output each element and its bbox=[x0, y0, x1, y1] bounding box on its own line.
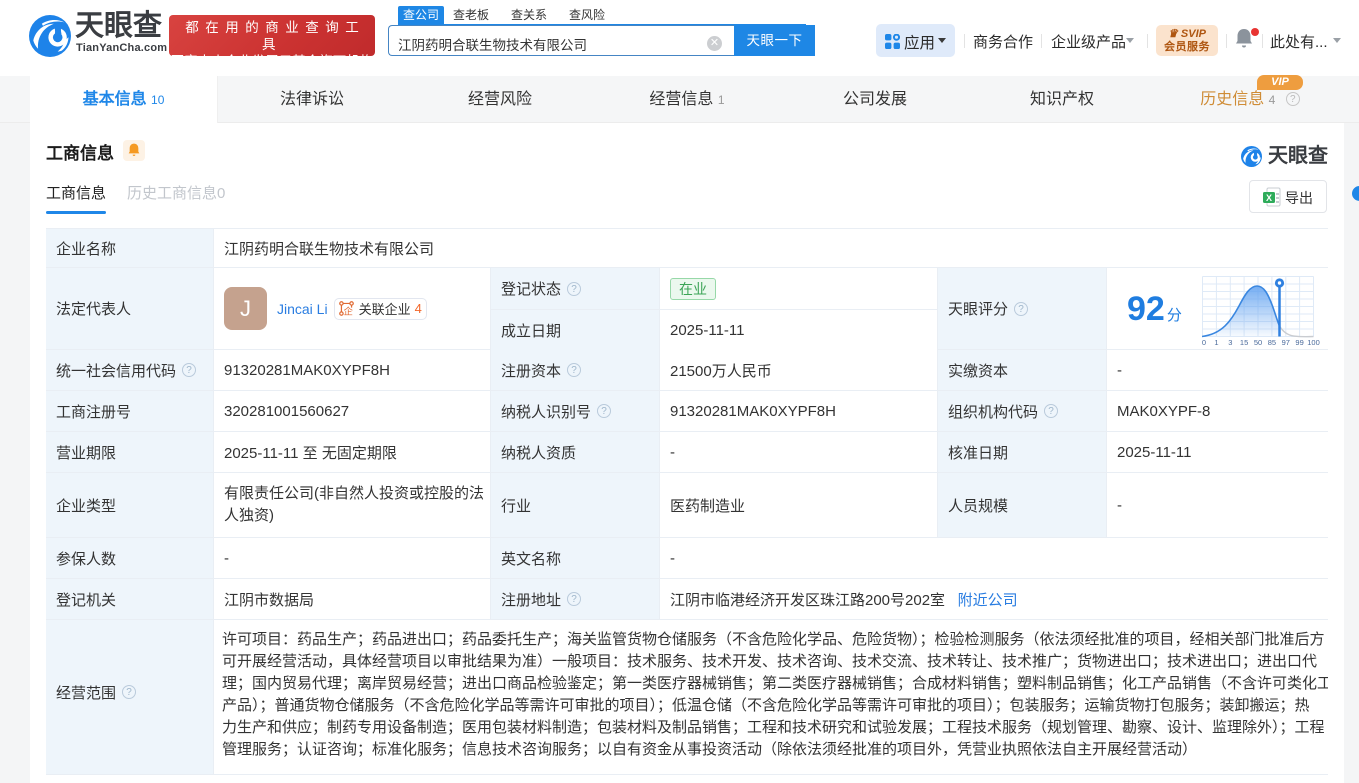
svg-text:0: 0 bbox=[1202, 338, 1206, 347]
svg-text:85: 85 bbox=[1268, 338, 1276, 347]
svg-text:15: 15 bbox=[1240, 338, 1248, 347]
svg-text:50: 50 bbox=[1254, 338, 1262, 347]
svg-text:1: 1 bbox=[1214, 338, 1218, 347]
svg-text:3: 3 bbox=[1228, 338, 1232, 347]
svg-text:100: 100 bbox=[1307, 338, 1320, 347]
svg-text:99: 99 bbox=[1295, 338, 1303, 347]
svg-text:企: 企 bbox=[343, 305, 353, 316]
svg-text:X: X bbox=[1266, 193, 1272, 203]
svg-text:97: 97 bbox=[1281, 338, 1289, 347]
